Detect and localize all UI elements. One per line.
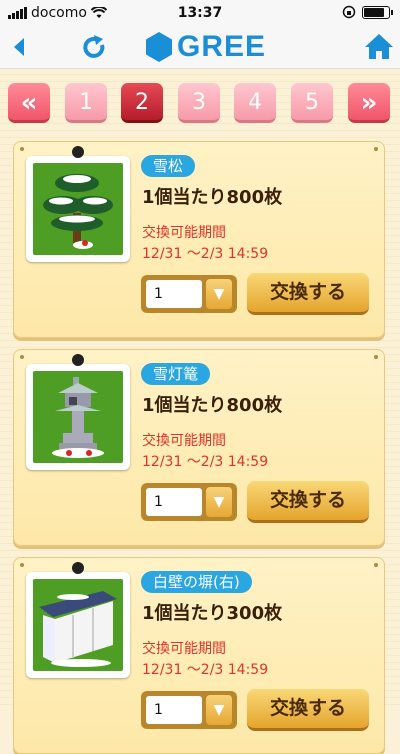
- item-name: 雪松: [141, 155, 196, 177]
- item-name: 白壁の塀(右): [141, 571, 252, 593]
- period-value: 12/31 〜2/3 14:59: [142, 246, 269, 262]
- clock: 13:37: [177, 5, 223, 21]
- double-chevron-right-icon: »: [360, 88, 378, 118]
- quantity-value[interactable]: 1: [146, 280, 202, 308]
- chevron-down-icon[interactable]: ▼: [206, 695, 232, 725]
- item-price: 1個当たり800枚: [142, 187, 283, 208]
- item-price: 1個当たり300枚: [142, 603, 283, 624]
- quantity-value[interactable]: 1: [146, 696, 202, 724]
- chevron-down-icon[interactable]: ▼: [206, 487, 232, 517]
- next-page-button[interactable]: »: [348, 83, 390, 123]
- hook-icon: [72, 562, 84, 574]
- exchange-button[interactable]: 交換する: [247, 273, 369, 315]
- pin-icon: [374, 147, 378, 151]
- exchange-button[interactable]: 交換する: [247, 689, 369, 731]
- page-1-button[interactable]: 1: [65, 83, 107, 123]
- period-label: 交換可能期間: [142, 641, 226, 657]
- period-label: 交換可能期間: [142, 433, 226, 449]
- page-4-button[interactable]: 4: [234, 83, 276, 123]
- page-2-button[interactable]: 2: [121, 83, 163, 123]
- orientation-lock-icon: [342, 5, 356, 19]
- pin-icon: [374, 355, 378, 359]
- pagination: « 1 2 3 4 5 »: [8, 83, 392, 125]
- status-bar: docomo 13:37: [0, 0, 400, 26]
- quantity-select[interactable]: 1 ▼: [141, 483, 237, 521]
- reload-icon[interactable]: [80, 33, 108, 61]
- item-thumbnail: [26, 562, 130, 678]
- exchange-button[interactable]: 交換する: [247, 481, 369, 523]
- page-3-button[interactable]: 3: [178, 83, 220, 123]
- double-chevron-left-icon: «: [20, 88, 38, 118]
- period-value: 12/31 〜2/3 14:59: [142, 454, 269, 470]
- period-label: 交換可能期間: [142, 225, 226, 241]
- hook-icon: [72, 146, 84, 158]
- item-name: 雪灯篭: [141, 363, 211, 385]
- white-wall-icon: [39, 591, 117, 667]
- brand-name: GREE: [177, 30, 267, 63]
- nav-bar: GREE: [0, 26, 400, 69]
- item-card: 雪松 1個当たり800枚 交換可能期間 12/31 〜2/3 14:59 1 ▼…: [13, 141, 385, 338]
- gree-hexagon-icon: [146, 32, 172, 62]
- page-5-button[interactable]: 5: [291, 83, 333, 123]
- page-content: « 1 2 3 4 5 » 雪松 1個当たり800枚 交換可能期間 12/31 …: [0, 69, 400, 754]
- back-arrow-icon[interactable]: [8, 34, 32, 60]
- hook-icon: [72, 354, 84, 366]
- prev-page-button[interactable]: «: [8, 83, 50, 123]
- item-price: 1個当たり800枚: [142, 395, 283, 416]
- item-thumbnail: [26, 354, 130, 470]
- quantity-value[interactable]: 1: [146, 488, 202, 516]
- period-value: 12/31 〜2/3 14:59: [142, 662, 269, 678]
- pin-icon: [20, 355, 24, 359]
- chevron-down-icon[interactable]: ▼: [206, 279, 232, 309]
- quantity-select[interactable]: 1 ▼: [141, 691, 237, 729]
- pin-icon: [20, 147, 24, 151]
- item-card: 白壁の塀(右) 1個当たり300枚 交換可能期間 12/31 〜2/3 14:5…: [13, 557, 385, 754]
- pin-icon: [20, 563, 24, 567]
- quantity-select[interactable]: 1 ▼: [141, 275, 237, 313]
- pin-icon: [374, 563, 378, 567]
- gree-logo[interactable]: GREE: [145, 30, 266, 64]
- item-thumbnail: [26, 146, 130, 262]
- home-icon[interactable]: [364, 32, 394, 60]
- item-card: 雪灯篭 1個当たり800枚 交換可能期間 12/31 〜2/3 14:59 1 …: [13, 349, 385, 546]
- battery-icon: [362, 5, 393, 19]
- snow-lantern-icon: [52, 377, 104, 458]
- snow-pine-icon: [43, 174, 113, 249]
